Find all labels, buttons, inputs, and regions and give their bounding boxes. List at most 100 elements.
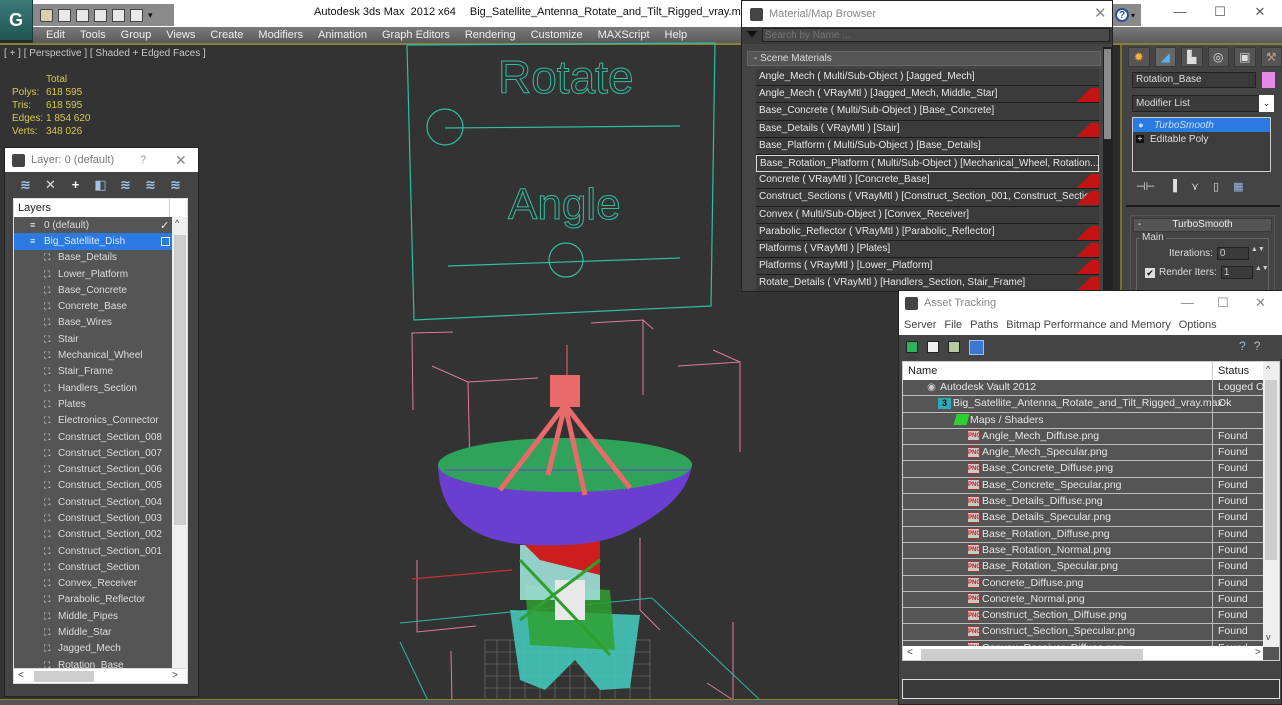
layer-row[interactable]: ≡ Big_Satellite_Dish [14,233,172,250]
motion-tab-icon[interactable]: ◎ [1207,47,1229,67]
menu-file[interactable]: File [944,319,962,331]
scroll-thumb[interactable] [1104,49,1111,139]
scroll-right-icon[interactable]: > [1255,647,1261,658]
scroll-up-icon[interactable]: ^ [175,218,179,228]
close-button[interactable]: ✕ [175,152,187,169]
scroll-down-icon[interactable]: v [1266,632,1271,642]
asset-row[interactable]: ◉ Autodesk Vault 2012 Logged O [903,380,1264,397]
asset-row[interactable]: PNG Base_Concrete_Diffuse.png Found [903,461,1263,478]
hierarchy-tab-icon[interactable]: ▙ [1181,47,1203,67]
iterations-spinner[interactable]: ▲▼ [1251,246,1265,260]
scroll-left-icon[interactable]: < [907,647,913,658]
scene-materials-group[interactable]: - Scene Materials [747,51,1101,66]
material-row[interactable]: Parabolic_Reflector ( VRayMtl ) [Parabol… [756,223,1099,241]
open-icon[interactable] [40,8,53,22]
project-icon[interactable] [94,8,107,22]
utilities-tab-icon[interactable]: ⚒ [1260,47,1282,67]
select-objects-icon[interactable]: ◧ [94,178,107,191]
configure-sets-icon[interactable]: ▦ [1233,180,1243,193]
options-dropdown-icon[interactable] [747,31,757,38]
menu-bitmap-performance[interactable]: Bitmap Performance and Memory [1006,319,1170,331]
layer-object-row[interactable]: ⛶ Middle_Pipes [14,608,172,624]
help-icon[interactable]: ? [1239,339,1246,353]
object-color-swatch[interactable] [1262,72,1275,88]
list-icon[interactable] [927,341,939,353]
asset-row[interactable]: PNG Concrete_Diffuse.png Found [903,575,1263,592]
layer-object-row[interactable]: ⛶ Plates [14,396,172,412]
material-row[interactable]: Base_Rotation_Platform ( Multi/Sub-Objec… [756,154,1099,173]
asset-row[interactable]: PNG Base_Rotation_Specular.png Found [903,559,1263,576]
rollout-header[interactable]: - TurboSmooth [1133,218,1272,232]
help-button[interactable]: ? [140,154,146,166]
layer-object-row[interactable]: ⛶ Middle_Star [14,624,172,640]
layer-object-row[interactable]: ⛶ Construct_Section_002 [14,527,172,543]
show-end-result-icon[interactable]: ▐ [1169,180,1177,192]
search-input[interactable] [762,28,1110,42]
material-row[interactable]: Concrete ( VRayMtl ) [Concrete_Base] [756,172,1099,190]
layer-object-row[interactable]: ⛶ Stair [14,331,172,347]
scroll-left-icon[interactable]: < [18,670,24,681]
asset-row[interactable]: Maps / Shaders [903,412,1263,429]
context-help-icon[interactable]: ? [1254,339,1261,353]
stack-item-turbosmooth[interactable]: ● TurboSmooth [1133,118,1270,132]
menu-edit[interactable]: Edit [46,29,65,41]
lightbulb-icon[interactable]: ● [1136,120,1146,130]
asset-row[interactable]: PNG Base_Concrete_Specular.png Found [903,477,1263,495]
table-view-icon[interactable] [969,339,984,355]
asset-row[interactable]: PNG Base_Rotation_Normal.png Found [903,542,1263,560]
asset-tracking-title-bar[interactable]: Asset Tracking — ☐ ✕ [899,291,1282,315]
asset-row[interactable]: PNG Construct_Section_Specular.png Found [903,624,1263,641]
scroll-thumb[interactable] [1265,380,1277,560]
qat-dropdown-icon[interactable]: ▾ [148,10,153,21]
add-to-layer-icon[interactable]: + [69,178,82,191]
maximize-button[interactable]: ☐ [1210,4,1230,20]
undo-icon[interactable] [112,8,125,22]
app-menu-button[interactable]: G [0,0,33,40]
scroll-thumb[interactable] [34,671,94,682]
redo-icon[interactable] [130,8,143,22]
asset-row[interactable]: PNG Concrete_Normal.png Found [903,591,1263,609]
modify-tab-icon[interactable]: ◢ [1154,47,1176,67]
menu-paths[interactable]: Paths [970,319,998,331]
asset-row[interactable]: PNG Angle_Mech_Specular.png Found [903,445,1263,462]
layer-object-row[interactable]: ⛶ Jagged_Mech [14,641,172,657]
material-row[interactable]: Rotate_Details ( VRayMtl ) [Handlers_Sec… [756,275,1099,291]
asset-horizontal-scrollbar[interactable]: < > [903,646,1263,660]
layer-object-row[interactable]: ⛶ Lower_Platform [14,266,172,282]
layer-object-row[interactable]: ⛶ Construct_Section_003 [14,510,172,526]
freeze-all-icon[interactable]: ≋ [169,178,182,191]
layer-row[interactable]: ≡ 0 (default) ✓ [14,217,172,233]
layer-object-row[interactable]: ⛶ Construct_Section [14,559,172,575]
asset-path-field[interactable] [902,679,1280,699]
layer-object-row[interactable]: ⛶ Handlers_Section [14,380,172,396]
layer-manager-title-bar[interactable]: Layer: 0 (default) ? ✕ [5,148,198,172]
refresh-icon[interactable] [906,341,918,353]
scroll-up-icon[interactable]: ^ [1266,364,1270,374]
layer-horizontal-scrollbar[interactable]: < > [13,668,188,684]
menu-options[interactable]: Options [1179,319,1217,331]
asset-vertical-scrollbar[interactable]: ^ v [1263,362,1279,647]
layer-object-row[interactable]: ⛶ Construct_Section_008 [14,429,172,445]
layer-object-row[interactable]: ⛶ Mechanical_Wheel [14,347,172,363]
layer-object-row[interactable]: ⛶ Base_Wires [14,315,172,331]
menu-group[interactable]: Group [121,29,152,41]
material-row[interactable]: Base_Platform ( Multi/Sub-Object ) [Base… [756,137,1099,155]
layer-object-row[interactable]: ⛶ Base_Concrete [14,282,172,298]
layer-object-row[interactable]: ⛶ Construct_Section_001 [14,543,172,559]
menu-views[interactable]: Views [166,29,195,41]
delete-layer-icon[interactable]: ✕ [44,178,57,191]
layers-column-header[interactable]: Layers [14,199,187,217]
expand-icon[interactable]: + [1136,135,1144,143]
menu-modifiers[interactable]: Modifiers [258,29,303,41]
modifier-list-dropdown[interactable]: Modifier List [1132,95,1270,112]
column-name[interactable]: Name [908,365,937,377]
iterations-input[interactable]: 0 [1216,247,1249,260]
layer-object-row[interactable]: ⛶ Convex_Receiver [14,576,172,592]
close-button[interactable]: ✕ [1255,295,1266,311]
asset-row[interactable]: 3 Big_Satellite_Antenna_Rotate_and_Tilt_R… [903,396,1263,413]
maximize-button[interactable]: ☐ [1217,295,1229,311]
stack-item-editable-poly[interactable]: + Editable Poly [1133,132,1270,146]
material-row[interactable]: Angle_Mech ( Multi/Sub-Object ) [Jagged_… [756,69,1099,87]
minimize-button[interactable]: — [1181,295,1194,310]
scene-geometry[interactable] [380,40,800,705]
